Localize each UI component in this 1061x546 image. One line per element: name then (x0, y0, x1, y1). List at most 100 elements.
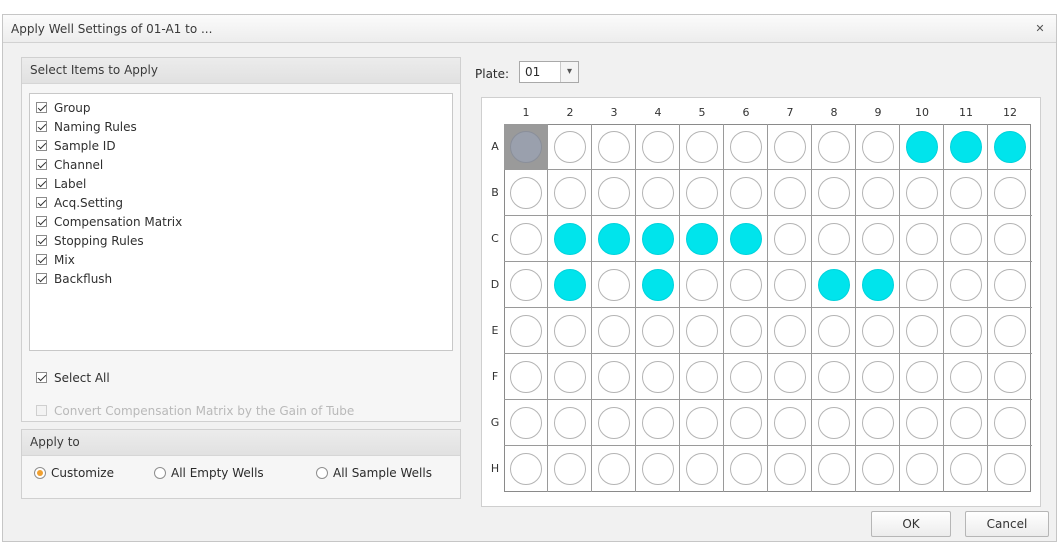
well-cell-A5[interactable] (680, 124, 724, 170)
well-cell-A3[interactable] (592, 124, 636, 170)
radio-all-empty-wells[interactable]: All Empty Wells (154, 466, 264, 480)
item-checkbox[interactable]: Mix (36, 250, 452, 269)
well-cell-A1[interactable] (504, 124, 548, 170)
well-cell-H5[interactable] (680, 446, 724, 492)
well-cell-G3[interactable] (592, 400, 636, 446)
item-checkbox[interactable]: Compensation Matrix (36, 212, 452, 231)
well-cell-F5[interactable] (680, 354, 724, 400)
well-cell-B1[interactable] (504, 170, 548, 216)
well-cell-F2[interactable] (548, 354, 592, 400)
well-cell-E9[interactable] (856, 308, 900, 354)
item-checkbox[interactable]: Backflush (36, 269, 452, 288)
well-cell-E2[interactable] (548, 308, 592, 354)
well-cell-G12[interactable] (988, 400, 1032, 446)
well-cell-C9[interactable] (856, 216, 900, 262)
well-cell-H2[interactable] (548, 446, 592, 492)
well-cell-A11[interactable] (944, 124, 988, 170)
well-cell-B9[interactable] (856, 170, 900, 216)
well-cell-E4[interactable] (636, 308, 680, 354)
well-cell-F10[interactable] (900, 354, 944, 400)
close-icon[interactable]: ✕ (1032, 21, 1048, 37)
well-cell-G8[interactable] (812, 400, 856, 446)
item-checkbox[interactable]: Sample ID (36, 136, 452, 155)
well-cell-H3[interactable] (592, 446, 636, 492)
well-cell-A4[interactable] (636, 124, 680, 170)
well-cell-A9[interactable] (856, 124, 900, 170)
select-all-checkbox[interactable]: Select All (36, 368, 110, 387)
well-cell-C8[interactable] (812, 216, 856, 262)
item-checkbox[interactable]: Stopping Rules (36, 231, 452, 250)
well-cell-G4[interactable] (636, 400, 680, 446)
well-cell-A10[interactable] (900, 124, 944, 170)
well-cell-C2[interactable] (548, 216, 592, 262)
well-cell-H1[interactable] (504, 446, 548, 492)
well-cell-C7[interactable] (768, 216, 812, 262)
ok-button[interactable]: OK (871, 511, 951, 537)
radio-all-sample-wells[interactable]: All Sample Wells (316, 466, 432, 480)
well-cell-C6[interactable] (724, 216, 768, 262)
well-cell-F1[interactable] (504, 354, 548, 400)
well-cell-E10[interactable] (900, 308, 944, 354)
well-cell-E8[interactable] (812, 308, 856, 354)
well-cell-B7[interactable] (768, 170, 812, 216)
well-cell-D4[interactable] (636, 262, 680, 308)
well-cell-A6[interactable] (724, 124, 768, 170)
cancel-button[interactable]: Cancel (965, 511, 1049, 537)
item-checkbox[interactable]: Label (36, 174, 452, 193)
well-cell-H11[interactable] (944, 446, 988, 492)
well-cell-E12[interactable] (988, 308, 1032, 354)
well-cell-H7[interactable] (768, 446, 812, 492)
well-cell-E11[interactable] (944, 308, 988, 354)
well-cell-H8[interactable] (812, 446, 856, 492)
well-cell-B12[interactable] (988, 170, 1032, 216)
well-cell-G5[interactable] (680, 400, 724, 446)
well-cell-B3[interactable] (592, 170, 636, 216)
well-cell-C10[interactable] (900, 216, 944, 262)
well-cell-B11[interactable] (944, 170, 988, 216)
well-cell-C1[interactable] (504, 216, 548, 262)
plate-select[interactable]: 01 ▾ (519, 61, 579, 83)
well-cell-E6[interactable] (724, 308, 768, 354)
well-cell-E7[interactable] (768, 308, 812, 354)
well-cell-D9[interactable] (856, 262, 900, 308)
well-cell-D12[interactable] (988, 262, 1032, 308)
well-cell-A7[interactable] (768, 124, 812, 170)
radio-customize[interactable]: Customize (34, 466, 114, 480)
well-cell-H9[interactable] (856, 446, 900, 492)
well-cell-A2[interactable] (548, 124, 592, 170)
well-cell-E1[interactable] (504, 308, 548, 354)
well-cell-D7[interactable] (768, 262, 812, 308)
well-cell-H12[interactable] (988, 446, 1032, 492)
well-cell-F3[interactable] (592, 354, 636, 400)
well-cell-B4[interactable] (636, 170, 680, 216)
well-cell-B5[interactable] (680, 170, 724, 216)
well-cell-D3[interactable] (592, 262, 636, 308)
well-cell-E5[interactable] (680, 308, 724, 354)
item-checkbox[interactable]: Channel (36, 155, 452, 174)
well-cell-C11[interactable] (944, 216, 988, 262)
well-cell-D6[interactable] (724, 262, 768, 308)
well-cell-F12[interactable] (988, 354, 1032, 400)
well-cell-H4[interactable] (636, 446, 680, 492)
well-cell-C4[interactable] (636, 216, 680, 262)
well-cell-B10[interactable] (900, 170, 944, 216)
well-cell-F9[interactable] (856, 354, 900, 400)
well-cell-G1[interactable] (504, 400, 548, 446)
well-cell-F8[interactable] (812, 354, 856, 400)
well-cell-C12[interactable] (988, 216, 1032, 262)
well-cell-H10[interactable] (900, 446, 944, 492)
well-cell-C5[interactable] (680, 216, 724, 262)
well-cell-F7[interactable] (768, 354, 812, 400)
well-cell-D2[interactable] (548, 262, 592, 308)
well-cell-F6[interactable] (724, 354, 768, 400)
well-cell-B6[interactable] (724, 170, 768, 216)
well-cell-B8[interactable] (812, 170, 856, 216)
item-checkbox[interactable]: Naming Rules (36, 117, 452, 136)
well-cell-G6[interactable] (724, 400, 768, 446)
well-cell-F11[interactable] (944, 354, 988, 400)
well-cell-A12[interactable] (988, 124, 1032, 170)
well-cell-G2[interactable] (548, 400, 592, 446)
well-cell-G10[interactable] (900, 400, 944, 446)
well-cell-G9[interactable] (856, 400, 900, 446)
well-cell-D1[interactable] (504, 262, 548, 308)
